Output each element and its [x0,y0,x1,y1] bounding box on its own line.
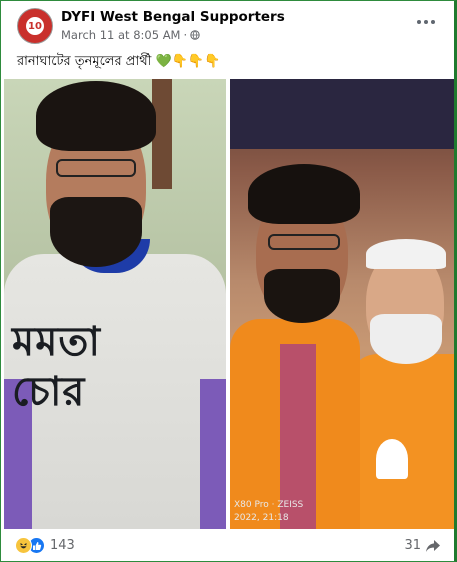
camera-watermark: X80 Pro · ZEISS 2022, 21:18 [234,499,303,525]
beard [370,314,442,364]
post-meta: March 11 at 8:05 AM · [61,28,200,42]
page-name-link[interactable]: DYFI West Bengal Supporters [61,9,285,25]
glasses [268,234,340,250]
beard [264,269,340,323]
haha-icon [15,537,32,554]
beard [50,197,142,267]
hair [248,164,360,224]
hair [366,239,446,269]
ceiling [230,79,454,149]
glasses [56,159,136,177]
hair [36,81,156,151]
lotus-emblem [376,439,408,479]
reaction-count: 143 [50,538,75,553]
photo-grid: মমতা চোর X80 Pro · ZEISS 2022, 21:18 [4,79,454,529]
share-summary[interactable]: 31 [404,538,441,553]
shirt-print-line2: চোর [12,369,86,415]
post-caption: রানাঘাটের তৃনমূলের প্রার্থী 💚👇👇👇 [17,54,221,69]
share-arrow-icon [426,539,440,552]
post-header: 10 DYFI West Bengal Supporters March 11 … [11,7,451,47]
watermark-line1: X80 Pro · ZEISS [234,500,304,510]
post-timestamp[interactable]: March 11 at 8:05 AM [61,28,180,42]
photo-right[interactable]: X80 Pro · ZEISS 2022, 21:18 [230,79,454,529]
sleeve [200,379,226,529]
more-options-icon[interactable] [415,15,437,29]
watermark-line2: 2022, 21:18 [234,513,289,523]
avatar-logo: 10 [24,15,46,37]
shirt-print-line1: মমতা [12,319,102,365]
post-footer: 143 31 [1,531,455,561]
shirt-print: মমতা চোর [12,317,202,417]
reactions-summary[interactable]: 143 [15,537,75,554]
page-avatar[interactable]: 10 [17,8,53,44]
post-card: 10 DYFI West Bengal Supporters March 11 … [0,0,457,562]
share-count: 31 [404,538,421,553]
photo-left[interactable]: মমতা চোর [4,79,226,529]
globe-icon [190,30,200,40]
